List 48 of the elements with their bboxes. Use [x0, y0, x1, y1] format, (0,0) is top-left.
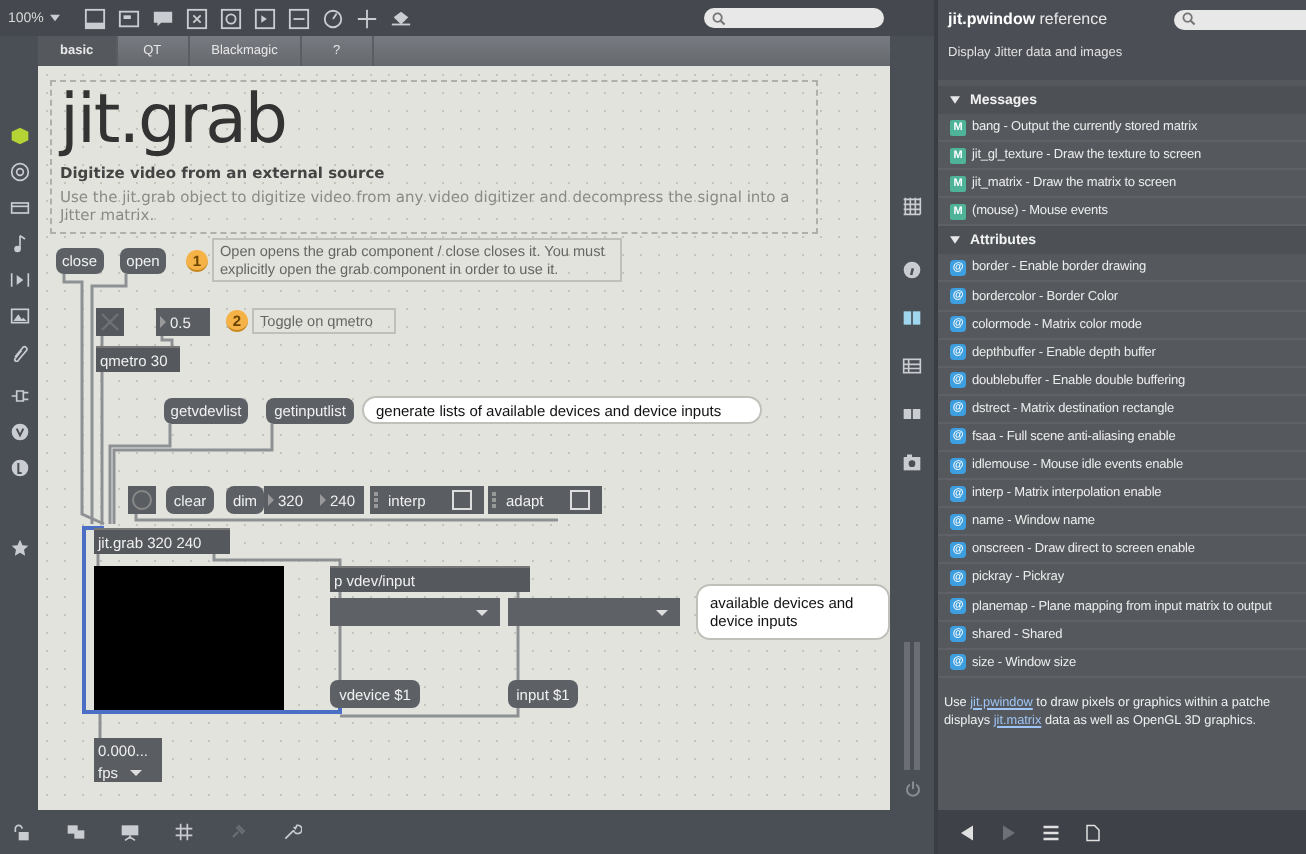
book-icon[interactable] [902, 404, 922, 424]
x-box-icon[interactable] [185, 7, 208, 29]
window-icon[interactable] [117, 7, 140, 29]
plug-icon[interactable] [9, 386, 29, 406]
caret-icon[interactable] [49, 14, 60, 22]
speech-bubble-icon[interactable] [151, 7, 174, 29]
lock-icon[interactable] [12, 822, 32, 842]
minus-box-icon[interactable] [287, 7, 310, 29]
search-field[interactable] [1174, 9, 1306, 29]
disclosure-triangle-icon[interactable] [950, 96, 960, 104]
panel-icon[interactable] [83, 7, 106, 29]
level-meter-drawing [902, 642, 922, 770]
cube-icon[interactable] [9, 126, 29, 146]
disclosure-triangle-icon[interactable] [950, 236, 960, 245]
search-field[interactable] [704, 8, 884, 28]
music-note-icon[interactable] [9, 234, 29, 254]
power-icon[interactable] [903, 780, 921, 798]
search-icon [1182, 12, 1196, 26]
reference-title: jit.pwindow reference [948, 10, 1108, 28]
book-icon[interactable] [902, 308, 922, 328]
grid-icon[interactable] [174, 822, 194, 842]
camera-icon[interactable] [902, 452, 922, 472]
search-icon [712, 11, 726, 25]
presentation-icon[interactable] [120, 822, 140, 842]
toggle[interactable] [96, 308, 124, 336]
menu-icon[interactable] [1042, 823, 1060, 841]
list-icon[interactable] [902, 356, 922, 376]
info-icon[interactable] [902, 260, 922, 280]
target-icon[interactable] [9, 162, 29, 182]
film-icon[interactable] [9, 198, 29, 218]
dial-icon[interactable] [321, 7, 344, 29]
play-bracket-icon[interactable] [9, 270, 29, 290]
document-icon[interactable] [1084, 823, 1102, 841]
help-title: jit.grab [60, 82, 289, 158]
circle-icon[interactable] [9, 422, 29, 442]
play-box-icon[interactable] [253, 7, 276, 29]
star-icon[interactable] [9, 538, 29, 558]
patch-cord [160, 336, 174, 346]
image-icon[interactable] [9, 306, 29, 326]
plus-icon[interactable] [355, 7, 378, 29]
back-icon[interactable] [958, 823, 976, 841]
paint-bucket-icon[interactable] [389, 7, 412, 29]
windows-icon[interactable] [66, 822, 86, 842]
circle-icon[interactable] [9, 458, 29, 478]
paperclip-icon[interactable] [9, 342, 29, 362]
circle-box-icon[interactable] [219, 7, 242, 29]
grid-icon[interactable] [902, 196, 922, 216]
wrench-icon[interactable] [282, 822, 302, 842]
